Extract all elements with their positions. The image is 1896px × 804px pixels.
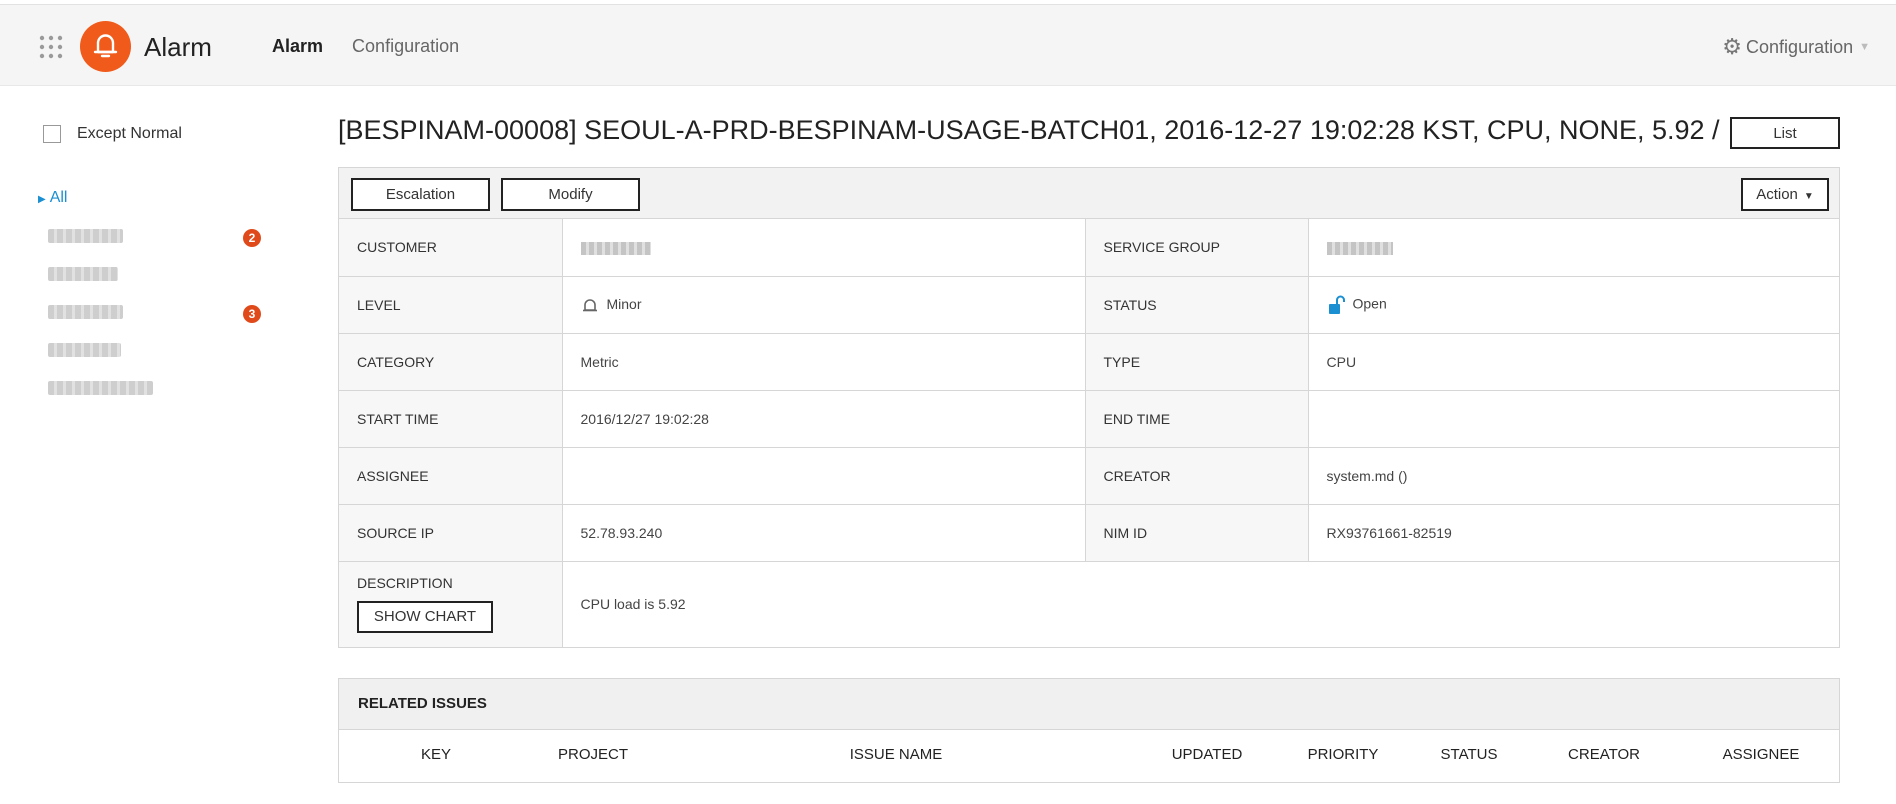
- show-chart-button[interactable]: SHOW CHART: [357, 601, 493, 634]
- caret-down-icon: ▼: [1803, 191, 1814, 202]
- column-header-status[interactable]: STATUS: [1441, 746, 1498, 763]
- detail-row: START TIME 2016/12/27 19:02:28 END TIME: [339, 389, 1839, 447]
- creator-label: CREATOR: [1085, 446, 1309, 504]
- detail-row: CATEGORY Metric TYPE CPU: [339, 332, 1839, 390]
- column-header-issue-name[interactable]: ISSUE NAME: [850, 746, 943, 763]
- except-normal-checkbox[interactable]: [43, 125, 61, 143]
- description-value: CPU load is 5.92: [562, 560, 1839, 647]
- sidebar-item-redacted[interactable]: [48, 229, 123, 243]
- type-value: CPU: [1308, 332, 1839, 390]
- type-label: TYPE: [1085, 332, 1309, 390]
- end-time-label: END TIME: [1085, 389, 1309, 447]
- assignee-value: [562, 446, 1086, 504]
- sidebar-item-redacted[interactable]: [48, 267, 118, 281]
- service-group-value: [1308, 219, 1839, 276]
- list-button[interactable]: List: [1730, 117, 1840, 149]
- service-group-label: SERVICE GROUP: [1085, 219, 1309, 276]
- description-cell: DESCRIPTION SHOW CHART: [339, 560, 563, 647]
- source-ip-label: SOURCE IP: [339, 503, 563, 561]
- customer-value: [562, 219, 1086, 276]
- detail-row: DESCRIPTION SHOW CHART CPU load is 5.92: [339, 560, 1839, 647]
- sidebar-item-all[interactable]: ▶ All: [38, 189, 67, 207]
- source-ip-value: 52.78.93.240: [562, 503, 1086, 561]
- related-issues-panel: RELATED ISSUES KEY PROJECT ISSUE NAME UP…: [338, 678, 1840, 783]
- action-dropdown[interactable]: Action ▼: [1741, 178, 1829, 211]
- end-time-value: [1308, 389, 1839, 447]
- unlock-icon: [1328, 295, 1345, 314]
- sidebar-item-redacted[interactable]: [48, 381, 153, 395]
- nim-id-label: NIM ID: [1085, 503, 1309, 561]
- detail-row: CUSTOMER SERVICE GROUP: [339, 219, 1839, 276]
- level-text: Minor: [606, 296, 642, 313]
- detail-toolbar: Escalation Modify Action ▼: [339, 168, 1839, 219]
- except-normal-label: Except Normal: [77, 125, 182, 142]
- related-issues-title: RELATED ISSUES: [339, 679, 1839, 730]
- column-header-creator[interactable]: CREATOR: [1568, 746, 1640, 763]
- nim-id-value: RX93761661-82519: [1308, 503, 1839, 561]
- except-normal-filter[interactable]: Except Normal: [43, 125, 182, 143]
- caret-right-icon: ▶: [38, 194, 46, 205]
- customer-label: CUSTOMER: [339, 219, 563, 276]
- column-header-key[interactable]: KEY: [421, 746, 451, 763]
- sidebar-item-redacted[interactable]: [48, 305, 123, 319]
- column-header-updated[interactable]: UPDATED: [1172, 746, 1243, 763]
- status-text: Open: [1352, 295, 1387, 312]
- detail-table: CUSTOMER SERVICE GROUP LEVEL Minor STATU…: [339, 219, 1839, 647]
- action-label: Action: [1756, 186, 1798, 203]
- app-grid-icon[interactable]: [38, 34, 64, 60]
- creator-value: system.md (): [1308, 446, 1839, 504]
- app-header: Alarm Alarm Configuration ⚙ Configuratio…: [0, 5, 1896, 86]
- app-title: Alarm: [144, 32, 212, 62]
- alarm-logo-icon: [80, 21, 131, 72]
- nav-alarm[interactable]: Alarm: [272, 36, 323, 56]
- start-time-value: 2016/12/27 19:02:28: [562, 389, 1086, 447]
- configuration-menu[interactable]: ⚙ Configuration ▼: [1722, 34, 1870, 60]
- assignee-label: ASSIGNEE: [339, 446, 563, 504]
- alarm-detail-panel: Escalation Modify Action ▼ CUSTOMER SERVI…: [338, 167, 1840, 648]
- status-label: STATUS: [1085, 275, 1309, 333]
- column-header-priority[interactable]: PRIORITY: [1308, 746, 1379, 763]
- escalation-button[interactable]: Escalation: [351, 178, 490, 211]
- configuration-menu-label: Configuration: [1746, 36, 1854, 57]
- sidebar-item-all-label: All: [49, 189, 68, 206]
- start-time-label: START TIME: [339, 389, 563, 447]
- status-value: Open: [1308, 275, 1839, 333]
- count-badge: 2: [243, 229, 261, 247]
- category-value: Metric: [562, 332, 1086, 390]
- level-value: Minor: [562, 275, 1086, 333]
- redacted-text: [580, 242, 651, 256]
- detail-row: ASSIGNEE CREATOR system.md (): [339, 446, 1839, 504]
- level-label: LEVEL: [339, 275, 563, 333]
- main-nav: Alarm Configuration: [272, 36, 483, 57]
- related-issues-header: KEY PROJECT ISSUE NAME UPDATED PRIORITY …: [339, 730, 1839, 782]
- category-label: CATEGORY: [339, 332, 563, 390]
- count-badge: 3: [243, 305, 261, 323]
- detail-row: LEVEL Minor STATUS Open: [339, 275, 1839, 333]
- column-header-assignee[interactable]: ASSIGNEE: [1723, 746, 1800, 763]
- nav-configuration[interactable]: Configuration: [352, 36, 459, 56]
- sidebar-item-redacted[interactable]: [48, 343, 121, 357]
- page-title: [BESPINAM-00008] SEOUL-A-PRD-BESPINAM-US…: [338, 115, 1728, 145]
- bell-icon: [582, 298, 597, 311]
- chevron-down-icon: ▼: [1859, 41, 1870, 53]
- detail-row: SOURCE IP 52.78.93.240 NIM ID RX93761661…: [339, 503, 1839, 561]
- redacted-text: [1326, 242, 1393, 256]
- description-label: DESCRIPTION: [357, 575, 453, 592]
- column-header-project[interactable]: PROJECT: [558, 746, 628, 763]
- modify-button[interactable]: Modify: [501, 178, 640, 211]
- gear-icon: ⚙: [1722, 34, 1743, 59]
